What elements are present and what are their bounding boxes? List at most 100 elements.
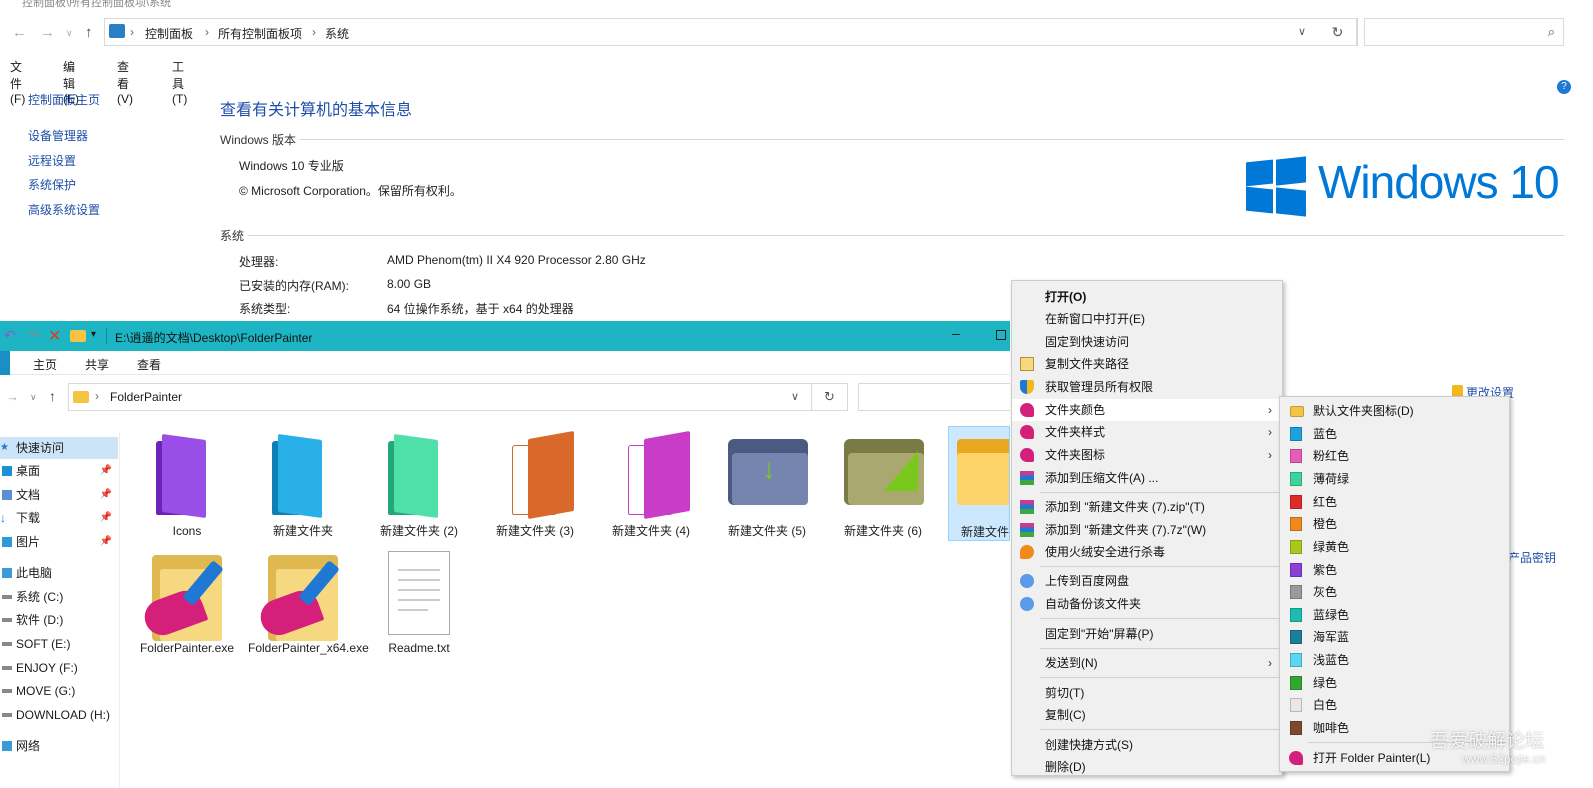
menu-item-folder-color[interactable]: 文件夹颜色 › (1012, 399, 1282, 421)
nav-item-this-pc[interactable]: 此电脑 (0, 562, 118, 584)
tab-share[interactable]: 共享 (85, 356, 109, 373)
up-arrow-icon[interactable]: ↑ (85, 24, 93, 41)
pin-icon[interactable]: 📌 (100, 460, 112, 482)
nav-item-drive[interactable]: MOVE (G:) (0, 680, 118, 702)
chevron-down-icon[interactable]: ∨ (30, 392, 37, 403)
delete-icon[interactable]: ✕ (48, 326, 61, 346)
color-red[interactable]: 红色 (1280, 491, 1509, 513)
color-gray[interactable]: 灰色 (1280, 581, 1509, 603)
menu-item-copy-path[interactable]: 复制文件夹路径 (1012, 353, 1282, 375)
pin-icon[interactable]: 📌 (100, 484, 112, 506)
pin-icon[interactable]: 📌 (100, 507, 112, 529)
menu-item-add-archive[interactable]: 添加到压缩文件(A) ... (1012, 467, 1282, 489)
folder-item[interactable]: 新建文件夹 (6) (828, 429, 938, 541)
menu-item-folder-icon[interactable]: 文件夹图标 › (1012, 444, 1282, 466)
tab-home[interactable]: 主页 (33, 356, 57, 373)
color-teal[interactable]: 蓝绿色 (1280, 604, 1509, 626)
nav-item-drive[interactable]: 软件 (D:) (0, 609, 118, 631)
sidebar-home-link[interactable]: 控制面板主页 (28, 91, 100, 108)
search-input[interactable]: ⌕ (1364, 18, 1564, 46)
nav-item-pictures[interactable]: 图片 📌 (0, 531, 118, 553)
refresh-button[interactable]: ↻ (812, 383, 848, 411)
menu-item-pin-quick-access[interactable]: 固定到快速访问 (1012, 331, 1282, 353)
nav-item-drive[interactable]: SOFT (E:) (0, 633, 118, 655)
menu-file[interactable]: 文件(F) (10, 58, 25, 106)
address-path[interactable]: › 控制面板 › 所有控制面板项 › 系统 ∨ (104, 18, 1358, 46)
color-blue[interactable]: 蓝色 (1280, 423, 1509, 445)
breadcrumb-item[interactable]: FolderPainter (110, 390, 182, 404)
menu-item-folder-style[interactable]: 文件夹样式 › (1012, 421, 1282, 443)
color-light-blue[interactable]: 浅蓝色 (1280, 649, 1509, 671)
chevron-down-icon[interactable]: ∨ (1298, 25, 1306, 38)
explorer-address-path[interactable]: › FolderPainter ∨ (68, 383, 812, 411)
menu-item-pin-start[interactable]: 固定到"开始"屏幕(P) (1012, 623, 1282, 645)
back-arrow-icon[interactable]: ← (12, 24, 27, 41)
menu-item-add-zip[interactable]: 添加到 "新建文件夹 (7).zip"(T) (1012, 496, 1282, 518)
menu-item-create-shortcut[interactable]: 创建快捷方式(S) (1012, 734, 1282, 756)
sidebar-link-remote[interactable]: 远程设置 (28, 152, 76, 169)
breadcrumb-item[interactable]: 所有控制面板项 (218, 25, 302, 42)
menu-item-open[interactable]: 打开(O) (1012, 286, 1282, 308)
folder-item-selected[interactable]: 新建文件夹 (948, 426, 1010, 541)
redo-icon[interactable]: ↷ (28, 327, 40, 344)
nav-item-quick-access[interactable]: ★ 快速访问 (0, 437, 118, 459)
forward-arrow-icon[interactable]: → (6, 389, 19, 404)
exe-item[interactable]: FolderPainter.exe (132, 543, 242, 675)
folder-item[interactable]: 新建文件夹 (2) (364, 429, 474, 541)
folder-item[interactable]: Icons (132, 429, 242, 541)
menu-item-send-to[interactable]: 发送到(N) › (1012, 652, 1282, 674)
product-key-link[interactable]: 产品密钥 (1508, 549, 1556, 566)
menu-item-take-ownership[interactable]: 获取管理员所有权限 (1012, 376, 1282, 398)
menu-item-delete[interactable]: 删除(D) (1012, 756, 1282, 778)
color-mint[interactable]: 薄荷绿 (1280, 468, 1509, 490)
help-icon[interactable]: ? (1557, 80, 1571, 94)
chevron-down-icon[interactable]: ∨ (66, 28, 73, 39)
forward-arrow-icon[interactable]: → (40, 24, 55, 41)
menu-view[interactable]: 查看(V) (117, 58, 133, 106)
sidebar-link-advanced[interactable]: 高级系统设置 (28, 201, 100, 218)
menu-item-antivirus[interactable]: 使用火绒安全进行杀毒 (1012, 541, 1282, 563)
quick-access-dropdown-icon[interactable]: ▾ (91, 329, 96, 340)
color-pink[interactable]: 粉红色 (1280, 445, 1509, 467)
folder-item[interactable]: 新建文件夹 (4) (596, 429, 706, 541)
chevron-down-icon[interactable]: ∨ (791, 390, 799, 403)
nav-item-desktop[interactable]: 桌面 📌 (0, 460, 118, 482)
sidebar-link-protection[interactable]: 系统保护 (28, 176, 76, 193)
nav-item-drive[interactable]: 系统 (C:) (0, 586, 118, 608)
folder-item[interactable]: ↓ 新建文件夹 (5) (712, 429, 822, 541)
search-input[interactable] (858, 383, 1010, 411)
nav-item-network[interactable]: 网络 (0, 735, 118, 757)
menu-tools[interactable]: 工具(T) (172, 58, 187, 106)
menu-item-upload-baidu[interactable]: 上传到百度网盘 (1012, 570, 1282, 592)
menu-item-cut[interactable]: 剪切(T) (1012, 682, 1282, 704)
txt-item[interactable]: Readme.txt (364, 543, 474, 675)
nav-item-drive[interactable]: ENJOY (F:) (0, 657, 118, 679)
nav-item-downloads[interactable]: ↓ 下载 📌 (0, 507, 118, 529)
color-default[interactable]: 默认文件夹图标(D) (1280, 400, 1509, 422)
breadcrumb-item[interactable]: 系统 (325, 25, 349, 42)
breadcrumb-item[interactable]: 控制面板 (145, 25, 193, 42)
undo-icon[interactable]: ↶ (4, 327, 16, 344)
menu-item-auto-backup[interactable]: 自动备份该文件夹 (1012, 593, 1282, 615)
folder-item[interactable]: 新建文件夹 (248, 429, 358, 541)
exe-item[interactable]: FolderPainter_x64.exe (248, 543, 369, 675)
color-green[interactable]: 绿色 (1280, 672, 1509, 694)
minimize-icon[interactable]: – (952, 325, 960, 341)
sidebar-link-device-manager[interactable]: 设备管理器 (28, 127, 88, 144)
refresh-button[interactable]: ↻ (1319, 18, 1357, 46)
folder-item[interactable]: 新建文件夹 (3) (480, 429, 590, 541)
color-purple[interactable]: 紫色 (1280, 559, 1509, 581)
maximize-icon[interactable] (996, 330, 1006, 340)
menu-item-open-new-window[interactable]: 在新窗口中打开(E) (1012, 308, 1282, 330)
color-white[interactable]: 白色 (1280, 694, 1509, 716)
color-orange[interactable]: 橙色 (1280, 513, 1509, 535)
nav-item-drive[interactable]: DOWNLOAD (H:) (0, 704, 118, 726)
menu-item-add-7z[interactable]: 添加到 "新建文件夹 (7).7z"(W) (1012, 519, 1282, 541)
color-yellow-green[interactable]: 绿黄色 (1280, 536, 1509, 558)
menu-item-copy[interactable]: 复制(C) (1012, 704, 1282, 726)
tab-view[interactable]: 查看 (137, 356, 161, 373)
pin-icon[interactable]: 📌 (100, 531, 112, 553)
nav-item-documents[interactable]: 文档 📌 (0, 484, 118, 506)
tab-file[interactable] (0, 351, 10, 375)
color-navy[interactable]: 海军蓝 (1280, 626, 1509, 648)
